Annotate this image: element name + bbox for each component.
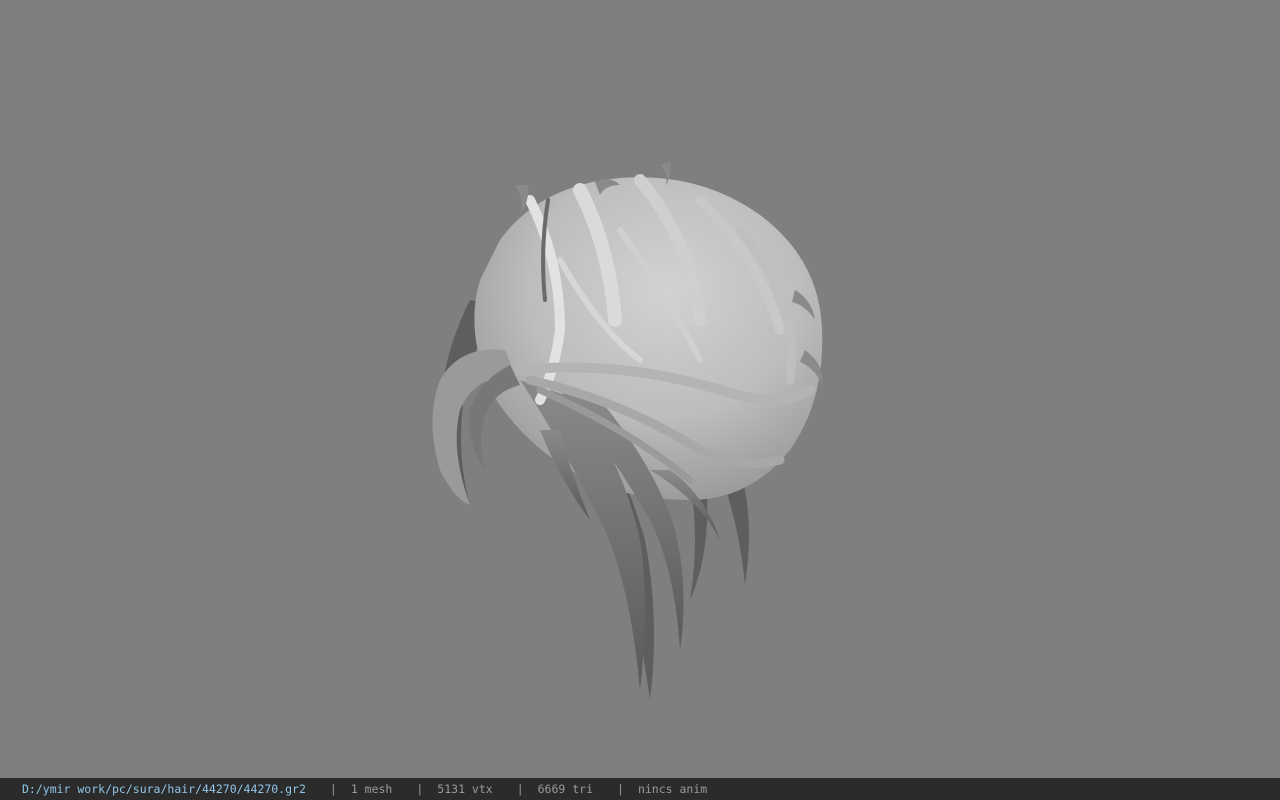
hair-mesh-icon	[432, 162, 823, 700]
separator: |	[516, 782, 524, 796]
status-bar: D:/ymir work/pc/sura/hair/44270/44270.gr…	[0, 778, 1280, 800]
separator: |	[617, 782, 624, 796]
vertex-count-label: 5131 vtx	[437, 782, 493, 796]
anim-status-label: nincs anim	[637, 782, 708, 796]
separator: |	[329, 782, 337, 796]
triangle-count-label: 6669 tri	[537, 782, 594, 796]
file-path-label: D:/ymir work/pc/sura/hair/44270/44270.gr…	[22, 782, 306, 796]
mesh-count-label: 1 mesh	[350, 782, 393, 796]
separator: |	[416, 782, 424, 796]
3d-viewport[interactable]	[0, 0, 1280, 778]
